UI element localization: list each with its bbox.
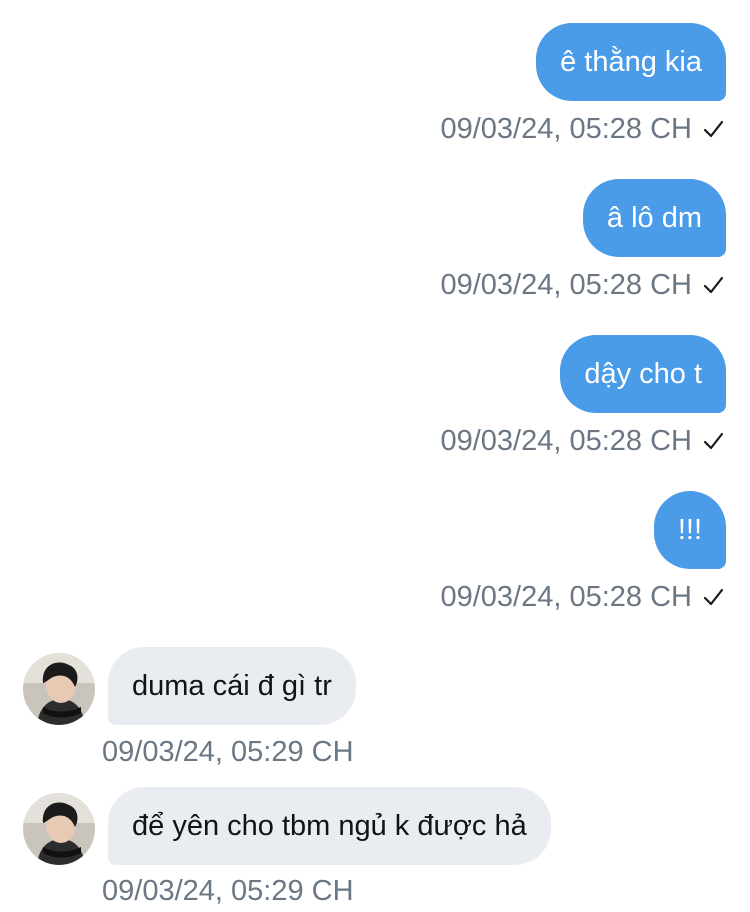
timestamp-text: 09/03/24, 05:29 CH xyxy=(102,736,354,768)
message-bubble-incoming[interactable]: duma cái đ gì tr xyxy=(108,647,356,725)
message-timestamp: 09/03/24, 05:28 CH xyxy=(440,424,724,458)
check-icon xyxy=(703,120,724,138)
message-bubble-outgoing[interactable]: dậy cho t xyxy=(560,335,726,413)
message-timestamp: 09/03/24, 05:28 CH xyxy=(440,112,724,146)
message-timestamp: 09/03/24, 05:28 CH xyxy=(440,268,724,302)
timestamp-text: 09/03/24, 05:28 CH xyxy=(440,269,692,301)
message-timestamp: 09/03/24, 05:28 CH xyxy=(440,580,724,614)
message-bubble-outgoing[interactable]: ê thằng kia xyxy=(536,23,726,101)
avatar[interactable] xyxy=(23,653,95,725)
avatar-image xyxy=(23,793,95,865)
chat-thread: ê thằng kia 09/03/24, 05:28 CH â lô dm 0… xyxy=(0,0,750,912)
timestamp-text: 09/03/24, 05:28 CH xyxy=(440,113,692,145)
message-bubble-outgoing[interactable]: â lô dm xyxy=(582,179,726,257)
timestamp-text: 09/03/24, 05:28 CH xyxy=(440,581,692,613)
avatar[interactable] xyxy=(23,793,95,865)
message-timestamp: 09/03/24, 05:29 CH xyxy=(102,874,354,908)
message-bubble-outgoing[interactable]: !!! xyxy=(653,491,726,569)
check-icon xyxy=(703,588,724,606)
message-timestamp: 09/03/24, 05:29 CH xyxy=(102,735,354,769)
message-bubble-incoming[interactable]: để yên cho tbm ngủ k được hả xyxy=(108,787,551,865)
timestamp-text: 09/03/24, 05:28 CH xyxy=(440,425,692,457)
avatar-image xyxy=(23,653,95,725)
timestamp-text: 09/03/24, 05:29 CH xyxy=(102,875,354,907)
check-icon xyxy=(703,432,724,450)
check-icon xyxy=(703,276,724,294)
